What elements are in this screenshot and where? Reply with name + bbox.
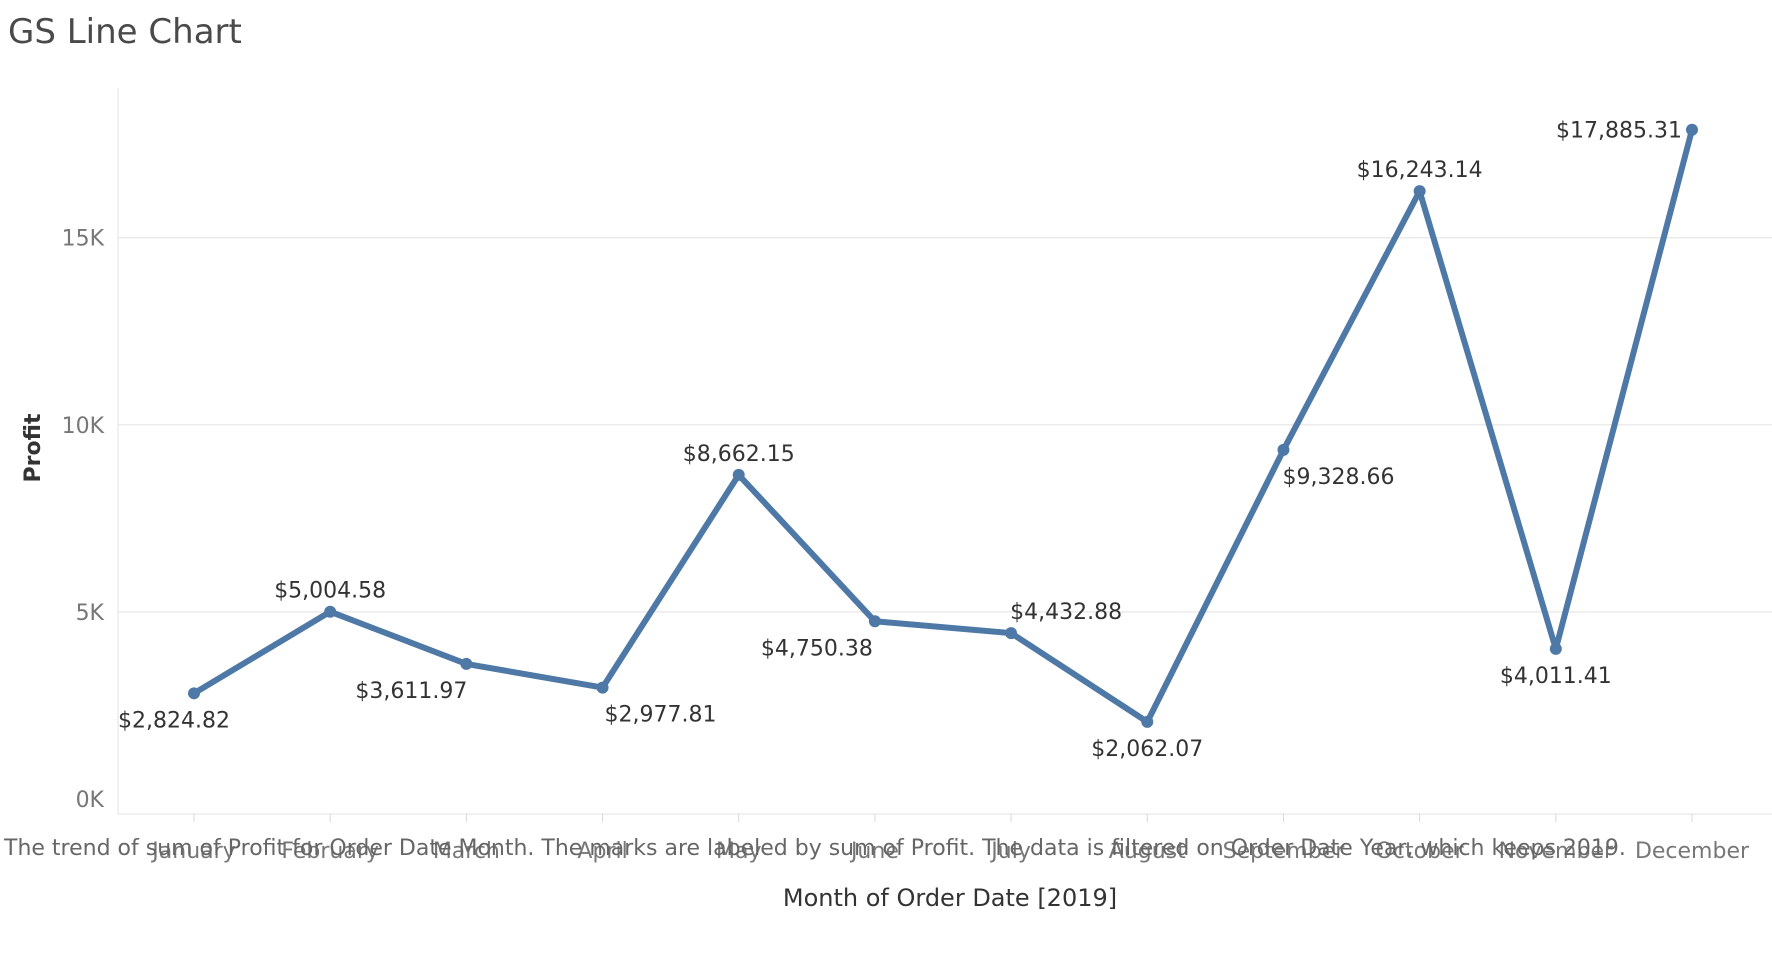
x-axis-title: Month of Order Date [2019] (783, 884, 1117, 912)
data-point-layer (188, 123, 1698, 728)
data-point[interactable] (1141, 715, 1154, 728)
data-label: $2,977.81 (605, 703, 717, 728)
x-tick-label: December (1635, 839, 1750, 864)
axis-layer: 0K5K10K15KJanuary February March April May Ju… (62, 88, 1772, 864)
series-line (191, 126, 1695, 725)
data-label: $8,662.15 (683, 442, 795, 467)
line-chart: 0K5K10K15KJanuary February March April May Ju… (21, 88, 1772, 912)
data-point[interactable] (188, 687, 200, 700)
data-point[interactable] (324, 605, 337, 618)
data-point[interactable] (1549, 642, 1562, 655)
data-label: $4,750.38 (761, 636, 873, 661)
y-tick-label: 5K (76, 601, 105, 626)
data-label-layer: $2,824.82 $5,004.58 $3,611.97 $2,977.81 $8,6… (118, 119, 1682, 762)
data-label: $2,824.82 (118, 708, 230, 733)
data-point[interactable] (868, 615, 881, 628)
y-tick-label: 0K (76, 788, 105, 813)
data-label: $4,432.88 (1010, 600, 1122, 625)
data-label: $9,328.66 (1282, 465, 1394, 490)
data-label: $4,011.41 (1500, 664, 1612, 689)
data-label: $3,611.97 (355, 679, 467, 704)
data-point[interactable] (732, 468, 745, 481)
data-label: $17,885.31 (1556, 119, 1682, 144)
data-point[interactable] (596, 681, 609, 694)
data-point[interactable] (1686, 123, 1698, 136)
data-point[interactable] (460, 657, 473, 670)
data-point[interactable] (1005, 627, 1018, 640)
data-point[interactable] (1277, 443, 1290, 456)
data-label: $16,243.14 (1357, 158, 1483, 183)
chart-caption: The trend of sum of Profit for Order Dat… (4, 836, 1626, 861)
data-label: $2,062.07 (1091, 737, 1203, 762)
y-tick-label: 10K (62, 414, 105, 439)
series-line-layer (191, 126, 1695, 725)
y-tick-label: 15K (62, 227, 105, 252)
data-label: $5,004.58 (274, 579, 386, 604)
grid-layer (118, 236, 1772, 613)
data-point[interactable] (1413, 185, 1426, 198)
y-axis-title: Profit (21, 413, 46, 482)
